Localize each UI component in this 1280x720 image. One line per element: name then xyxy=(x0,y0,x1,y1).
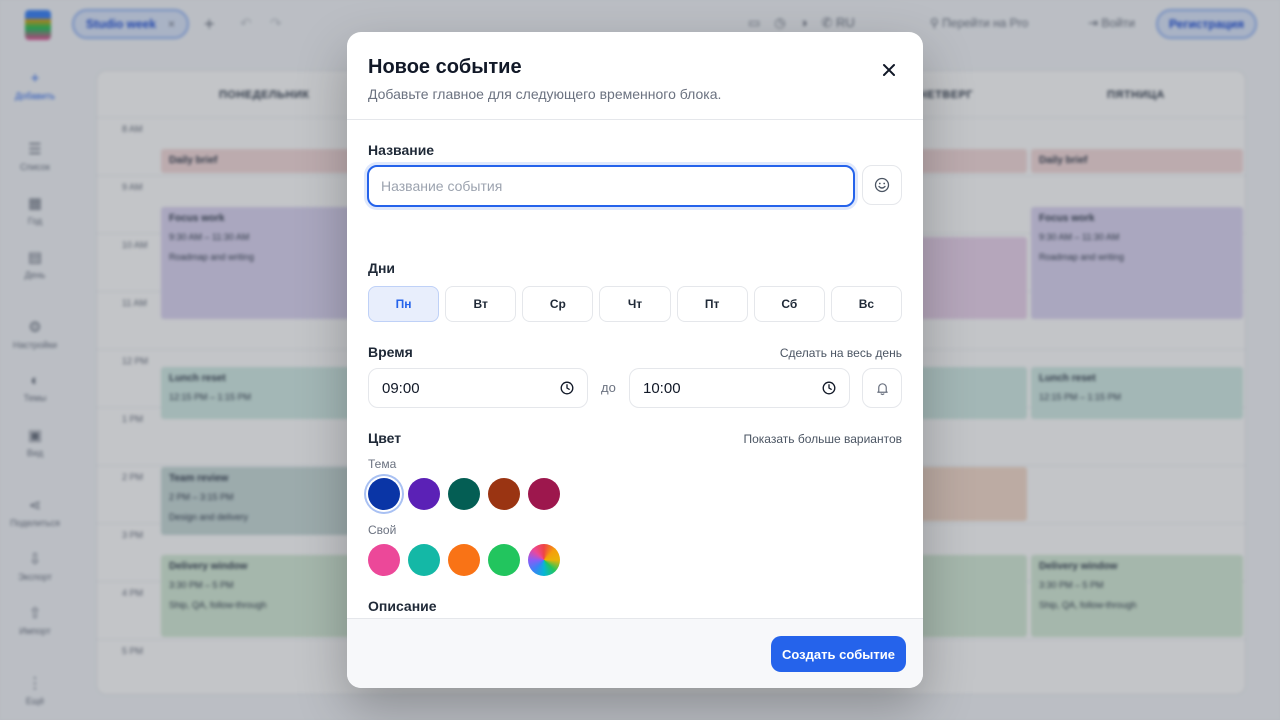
day-friday-button[interactable]: Пт xyxy=(676,286,748,322)
reminder-button[interactable] xyxy=(862,368,902,408)
day-sunday-button[interactable]: Вс xyxy=(830,286,902,322)
emoji-button[interactable] xyxy=(862,165,902,205)
day-tuesday-button[interactable]: Вт xyxy=(445,286,517,322)
color-swatch-theme-1[interactable] xyxy=(368,478,400,510)
day-monday-button[interactable]: Пн xyxy=(368,286,440,322)
days-label: Дни xyxy=(368,260,396,276)
dialog-subtitle: Добавьте главное для следующего временно… xyxy=(368,86,722,102)
day-wednesday-button[interactable]: Ср xyxy=(522,286,594,322)
day-saturday-button[interactable]: Сб xyxy=(753,286,825,322)
color-swatch-theme-3[interactable] xyxy=(448,478,480,510)
color-swatch-theme-2[interactable] xyxy=(408,478,440,510)
close-icon xyxy=(883,64,895,76)
smiley-icon xyxy=(874,177,890,193)
time-separator: до xyxy=(601,380,616,395)
clock-icon xyxy=(822,381,836,395)
dialog-footer: Создать событие xyxy=(347,618,923,688)
new-event-dialog: Новое событие Добавьте главное для следу… xyxy=(347,32,923,688)
color-swatch-custom-1[interactable] xyxy=(368,544,400,576)
day-thursday-button[interactable]: Чт xyxy=(599,286,671,322)
bell-icon xyxy=(876,382,888,395)
description-label: Описание xyxy=(368,598,437,614)
dialog-title: Новое событие xyxy=(368,56,522,78)
start-time-input[interactable]: 09:00 xyxy=(368,368,588,408)
theme-colors-label: Тема xyxy=(368,457,397,471)
day-selector: Пн Вт Ср Чт Пт Сб Вс xyxy=(368,286,902,322)
color-swatch-custom-2[interactable] xyxy=(408,544,440,576)
end-time-input[interactable]: 10:00 xyxy=(629,368,850,408)
start-time-value: 09:00 xyxy=(382,379,420,397)
close-button[interactable] xyxy=(877,58,901,82)
color-label: Цвет xyxy=(368,430,402,446)
all-day-toggle[interactable]: Сделать на весь день xyxy=(780,346,902,360)
color-swatch-custom-3[interactable] xyxy=(448,544,480,576)
dialog-body: Название Дни Пн Вт Ср Чт Пт Сб Вс Время … xyxy=(347,120,923,618)
name-label: Название xyxy=(368,142,435,158)
dialog-header: Новое событие Добавьте главное для следу… xyxy=(347,32,923,120)
color-swatch-theme-4[interactable] xyxy=(488,478,520,510)
color-swatch-theme-5[interactable] xyxy=(528,478,560,510)
create-event-button[interactable]: Создать событие xyxy=(771,636,906,672)
time-label: Время xyxy=(368,344,413,360)
more-colors-link[interactable]: Показать больше вариантов xyxy=(743,432,902,446)
clock-icon xyxy=(560,381,574,395)
custom-color-picker-button[interactable] xyxy=(528,544,560,576)
end-time-value: 10:00 xyxy=(643,379,681,397)
color-swatch-custom-4[interactable] xyxy=(488,544,520,576)
event-name-input[interactable] xyxy=(367,165,855,207)
custom-colors-label: Свой xyxy=(368,523,397,537)
